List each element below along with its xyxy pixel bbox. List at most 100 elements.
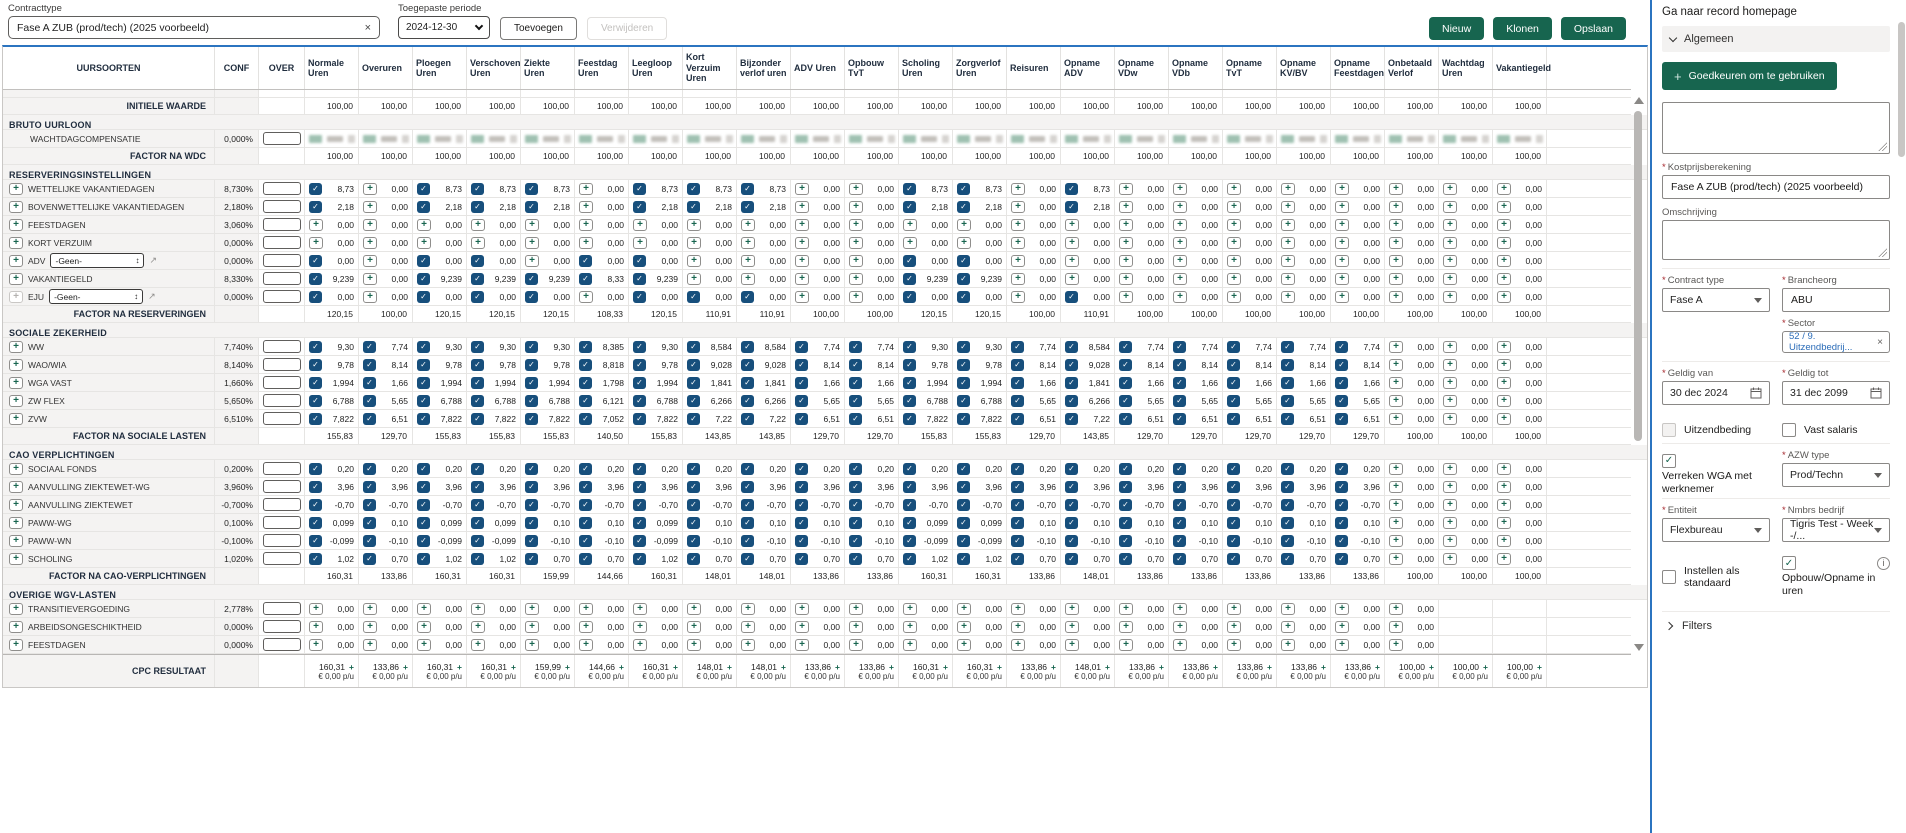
add-value-button[interactable]: + bbox=[1389, 395, 1403, 407]
checked-checkbox[interactable]: ✓ bbox=[1065, 183, 1078, 195]
checked-checkbox[interactable]: ✓ bbox=[1011, 535, 1024, 547]
checked-checkbox[interactable]: ✓ bbox=[525, 291, 538, 303]
checked-checkbox[interactable]: ✓ bbox=[579, 481, 592, 493]
add-value-button[interactable]: + bbox=[1281, 219, 1295, 231]
add-value-button[interactable]: + bbox=[957, 237, 971, 249]
checked-checkbox[interactable]: ✓ bbox=[957, 499, 970, 511]
checked-checkbox[interactable]: ✓ bbox=[1227, 377, 1240, 389]
add-value-button[interactable]: + bbox=[795, 201, 809, 213]
add-value-button[interactable]: + bbox=[1065, 639, 1079, 651]
override-input[interactable] bbox=[263, 182, 301, 195]
add-value-button[interactable]: + bbox=[1173, 183, 1187, 195]
checked-checkbox[interactable]: ✓ bbox=[1227, 517, 1240, 529]
checked-checkbox[interactable]: ✓ bbox=[309, 395, 322, 407]
checked-checkbox[interactable]: ✓ bbox=[309, 481, 322, 493]
add-value-button[interactable]: + bbox=[579, 603, 593, 615]
checked-checkbox[interactable]: ✓ bbox=[525, 499, 538, 511]
checked-checkbox[interactable]: ✓ bbox=[1173, 463, 1186, 475]
checked-checkbox[interactable]: ✓ bbox=[633, 359, 646, 371]
checked-checkbox[interactable]: ✓ bbox=[1065, 377, 1078, 389]
checked-checkbox[interactable]: ✓ bbox=[687, 359, 700, 371]
scroll-up-icon[interactable] bbox=[1634, 97, 1644, 104]
checked-checkbox[interactable]: ✓ bbox=[957, 377, 970, 389]
add-value-button[interactable]: + bbox=[1389, 237, 1403, 249]
toevoegen-button[interactable]: Toevoegen bbox=[500, 17, 577, 40]
checked-checkbox[interactable]: ✓ bbox=[579, 553, 592, 565]
add-value-button[interactable]: + bbox=[1497, 517, 1511, 529]
add-value-button[interactable]: + bbox=[1443, 255, 1457, 267]
checked-checkbox[interactable]: ✓ bbox=[1119, 481, 1132, 493]
checked-checkbox[interactable]: ✓ bbox=[957, 291, 970, 303]
uitzendbeding-checkbox[interactable] bbox=[1662, 423, 1676, 437]
checked-checkbox[interactable]: ✓ bbox=[471, 517, 484, 529]
checked-checkbox[interactable]: ✓ bbox=[795, 499, 808, 511]
checked-checkbox[interactable]: ✓ bbox=[687, 463, 700, 475]
checked-checkbox[interactable]: ✓ bbox=[1335, 535, 1348, 547]
checked-checkbox[interactable]: ✓ bbox=[417, 499, 430, 511]
nmbrs-bedrijf-select[interactable]: Tigris Test - Week -/... bbox=[1782, 518, 1890, 542]
add-value-button[interactable]: + bbox=[795, 291, 809, 303]
checked-checkbox[interactable]: ✓ bbox=[1173, 499, 1186, 511]
sector-tag[interactable]: 52 / 9. Uitzendbedrij... × bbox=[1782, 331, 1890, 353]
checked-checkbox[interactable]: ✓ bbox=[579, 273, 592, 285]
expand-row-button[interactable]: + bbox=[9, 341, 23, 353]
checked-checkbox[interactable]: ✓ bbox=[903, 395, 916, 407]
add-value-button[interactable]: + bbox=[1335, 219, 1349, 231]
checked-checkbox[interactable]: ✓ bbox=[903, 291, 916, 303]
checked-checkbox[interactable]: ✓ bbox=[417, 341, 430, 353]
checked-checkbox[interactable]: ✓ bbox=[633, 201, 646, 213]
verreken-wga-checkbox[interactable]: ✓ bbox=[1662, 454, 1676, 468]
expand-row-button[interactable]: + bbox=[9, 201, 23, 213]
add-value-button[interactable]: + bbox=[741, 273, 755, 285]
add-value-button[interactable]: + bbox=[1011, 621, 1025, 633]
expand-row-button[interactable]: + bbox=[9, 603, 23, 615]
checked-checkbox[interactable]: ✓ bbox=[903, 255, 916, 267]
add-value-button[interactable]: + bbox=[309, 219, 323, 231]
add-value-button[interactable]: + bbox=[1281, 621, 1295, 633]
add-value-button[interactable]: + bbox=[417, 621, 431, 633]
checked-checkbox[interactable]: ✓ bbox=[741, 481, 754, 493]
add-value-button[interactable]: + bbox=[795, 639, 809, 651]
add-value-button[interactable]: + bbox=[687, 621, 701, 633]
add-value-button[interactable]: + bbox=[1443, 463, 1457, 475]
checked-checkbox[interactable]: ✓ bbox=[1065, 359, 1078, 371]
add-value-button[interactable]: + bbox=[1443, 273, 1457, 285]
checked-checkbox[interactable]: ✓ bbox=[1011, 341, 1024, 353]
checked-checkbox[interactable]: ✓ bbox=[849, 481, 862, 493]
add-value-button[interactable]: + bbox=[525, 621, 539, 633]
checked-checkbox[interactable]: ✓ bbox=[525, 341, 538, 353]
add-value-button[interactable]: + bbox=[1443, 201, 1457, 213]
add-value-button[interactable]: + bbox=[795, 603, 809, 615]
checked-checkbox[interactable]: ✓ bbox=[1011, 553, 1024, 565]
row-option-select[interactable]: -Geen-↕ bbox=[49, 289, 143, 304]
add-value-button[interactable]: + bbox=[849, 291, 863, 303]
checked-checkbox[interactable]: ✓ bbox=[795, 517, 808, 529]
add-value-button[interactable]: + bbox=[1335, 621, 1349, 633]
checked-checkbox[interactable]: ✓ bbox=[849, 341, 862, 353]
checked-checkbox[interactable]: ✓ bbox=[1119, 359, 1132, 371]
checked-checkbox[interactable]: ✓ bbox=[687, 341, 700, 353]
checked-checkbox[interactable]: ✓ bbox=[1119, 499, 1132, 511]
add-value-button[interactable]: + bbox=[579, 639, 593, 651]
checked-checkbox[interactable]: ✓ bbox=[471, 201, 484, 213]
checked-checkbox[interactable]: ✓ bbox=[579, 517, 592, 529]
add-value-button[interactable]: + bbox=[1281, 183, 1295, 195]
info-icon[interactable]: i bbox=[1877, 557, 1890, 570]
add-value-button[interactable]: + bbox=[1173, 621, 1187, 633]
expand-row-button[interactable]: + bbox=[9, 535, 23, 547]
checked-checkbox[interactable]: ✓ bbox=[417, 463, 430, 475]
add-value-button[interactable]: + bbox=[1497, 553, 1511, 565]
add-value-button[interactable]: + bbox=[471, 603, 485, 615]
checked-checkbox[interactable]: ✓ bbox=[795, 481, 808, 493]
expand-row-button[interactable]: + bbox=[9, 481, 23, 493]
vast-salaris-checkbox[interactable] bbox=[1782, 423, 1796, 437]
checked-checkbox[interactable]: ✓ bbox=[1011, 377, 1024, 389]
checked-checkbox[interactable]: ✓ bbox=[471, 535, 484, 547]
checked-checkbox[interactable]: ✓ bbox=[1011, 481, 1024, 493]
add-value-button[interactable]: + bbox=[1389, 377, 1403, 389]
add-value-button[interactable]: + bbox=[633, 621, 647, 633]
checked-checkbox[interactable]: ✓ bbox=[1065, 341, 1078, 353]
add-value-button[interactable]: + bbox=[741, 219, 755, 231]
checked-checkbox[interactable]: ✓ bbox=[309, 359, 322, 371]
add-value-button[interactable]: + bbox=[1443, 219, 1457, 231]
